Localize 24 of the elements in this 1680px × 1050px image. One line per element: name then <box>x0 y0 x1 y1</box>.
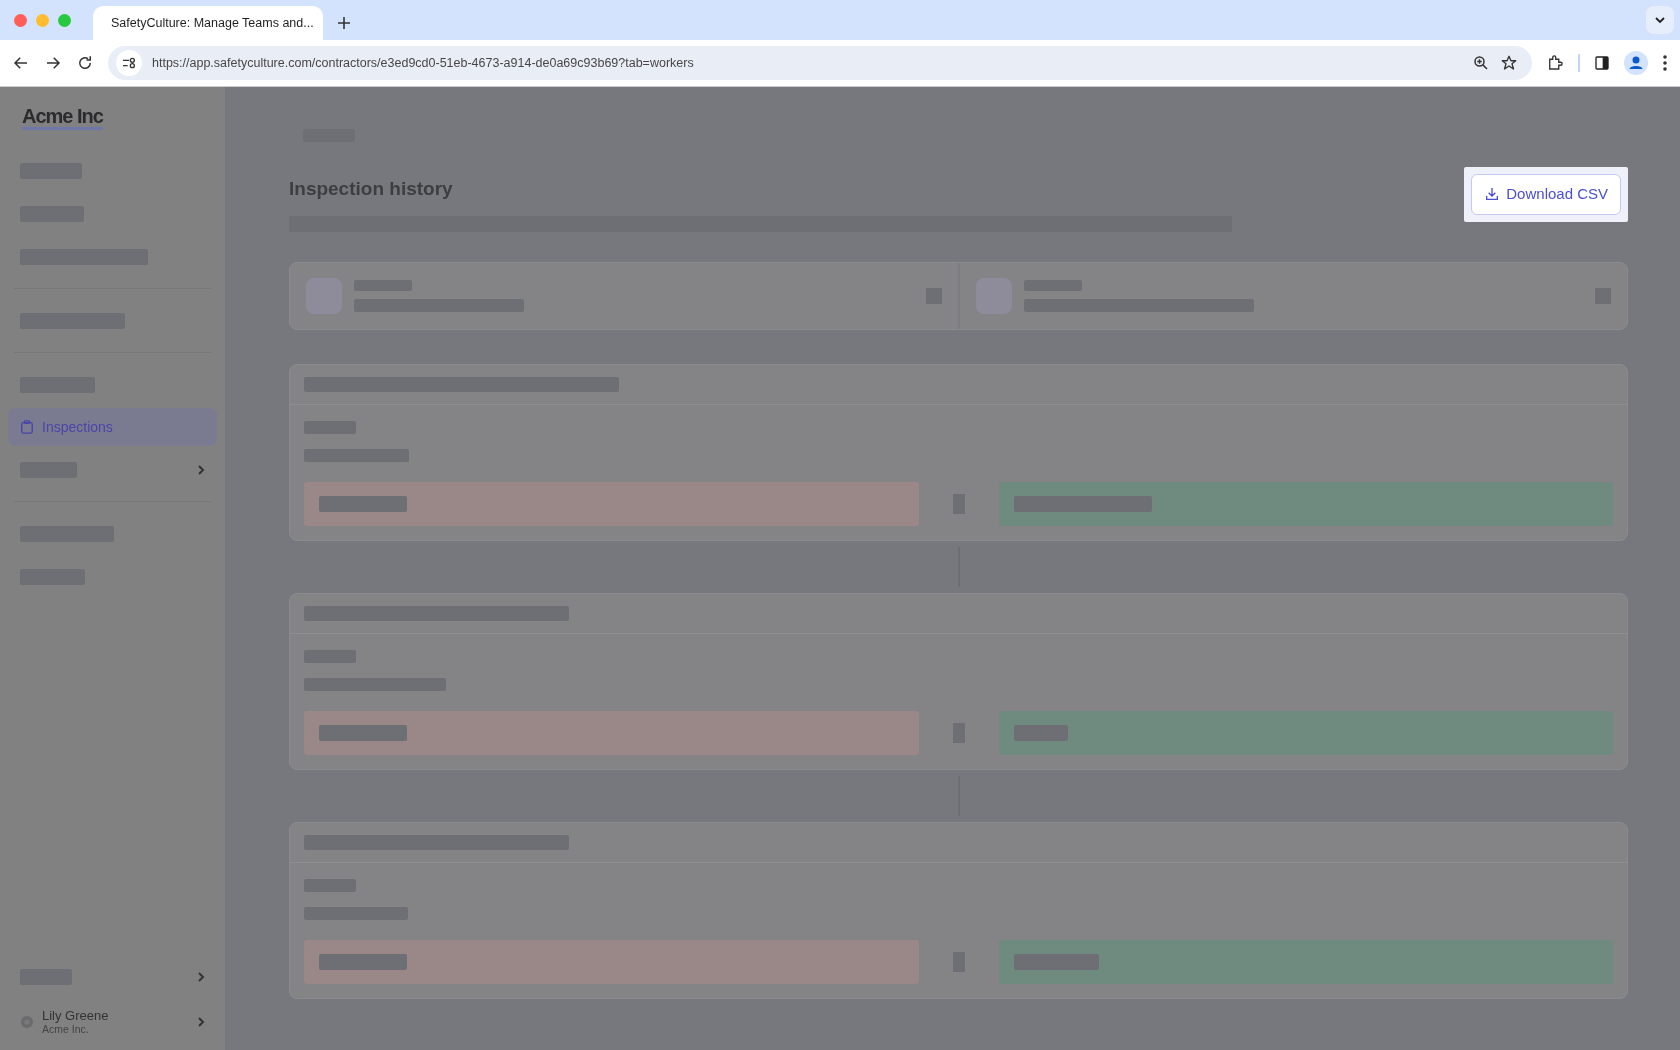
chevron-down-icon <box>1654 14 1666 26</box>
extensions-icon[interactable] <box>1546 54 1564 72</box>
chevron-right-icon <box>197 970 205 983</box>
reload-icon[interactable] <box>76 54 94 72</box>
site-settings-icon[interactable] <box>116 50 142 76</box>
organization-name: Acme Inc. <box>42 1023 90 1036</box>
tab-menu-button[interactable] <box>1646 6 1674 34</box>
forward-icon[interactable] <box>44 54 62 72</box>
back-icon[interactable] <box>12 54 30 72</box>
more-icon[interactable] <box>1662 54 1668 72</box>
logo-text: Acme Inc <box>22 105 103 130</box>
user-name: Lily Greene <box>42 1008 110 1024</box>
placeholder-bar <box>1013 724 1068 741</box>
clipboard-icon <box>20 419 34 435</box>
new-tab-icon[interactable] <box>337 16 351 30</box>
side-panel-icon[interactable] <box>1594 55 1610 71</box>
download-icon <box>1484 186 1501 203</box>
chevron-right-icon <box>197 1016 205 1028</box>
star-icon[interactable] <box>1500 54 1518 72</box>
chevron-right-icon <box>197 463 205 476</box>
profile-icon[interactable] <box>1624 51 1648 75</box>
zoom-icon[interactable] <box>1472 54 1490 72</box>
page-title: Inspection history <box>289 177 454 201</box>
download-csv-button[interactable]: Download CSV <box>1471 174 1621 215</box>
